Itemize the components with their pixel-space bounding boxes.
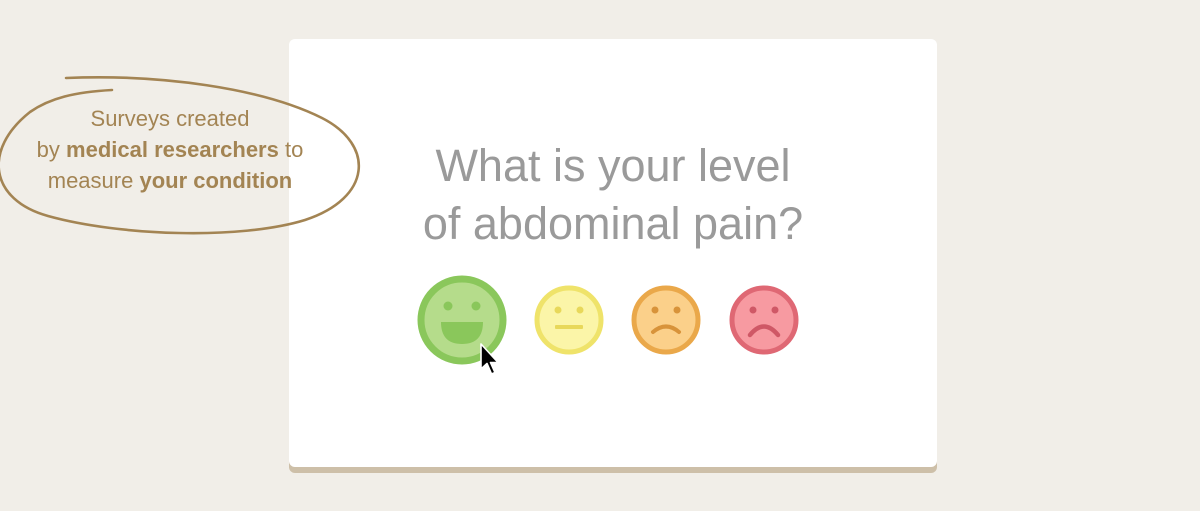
question-line-1: What is your level — [435, 140, 791, 192]
mouse-cursor-icon — [480, 343, 499, 375]
annotation-line-3: measure your condition — [10, 165, 330, 196]
slightly-sad-face-icon — [631, 285, 701, 355]
pain-rating-options — [289, 275, 937, 365]
rating-very-sad-button[interactable] — [729, 285, 799, 355]
annotation-line-2: by medical researchers to — [10, 134, 330, 165]
annotation-line-2-bold: medical researchers — [66, 137, 279, 162]
annotation-line-2-suffix: to — [278, 137, 304, 162]
annotation-line-3-prefix: measure — [47, 168, 140, 193]
rating-neutral-button[interactable] — [534, 285, 604, 355]
question-line-2: of abdominal pain? — [422, 198, 804, 250]
annotation-line-1: Surveys created — [90, 106, 250, 131]
rating-sad-button[interactable] — [631, 285, 701, 355]
neutral-face-icon — [534, 285, 604, 355]
annotation-note: Surveys created by medical researchers t… — [10, 103, 330, 196]
annotation-line-3-bold: your condition — [139, 168, 293, 193]
survey-card: What is your level of abdominal pain? — [289, 39, 937, 467]
sad-face-icon — [729, 285, 799, 355]
annotation-line-2-prefix: by — [36, 137, 67, 162]
survey-question: What is your level of abdominal pain? — [289, 137, 937, 253]
